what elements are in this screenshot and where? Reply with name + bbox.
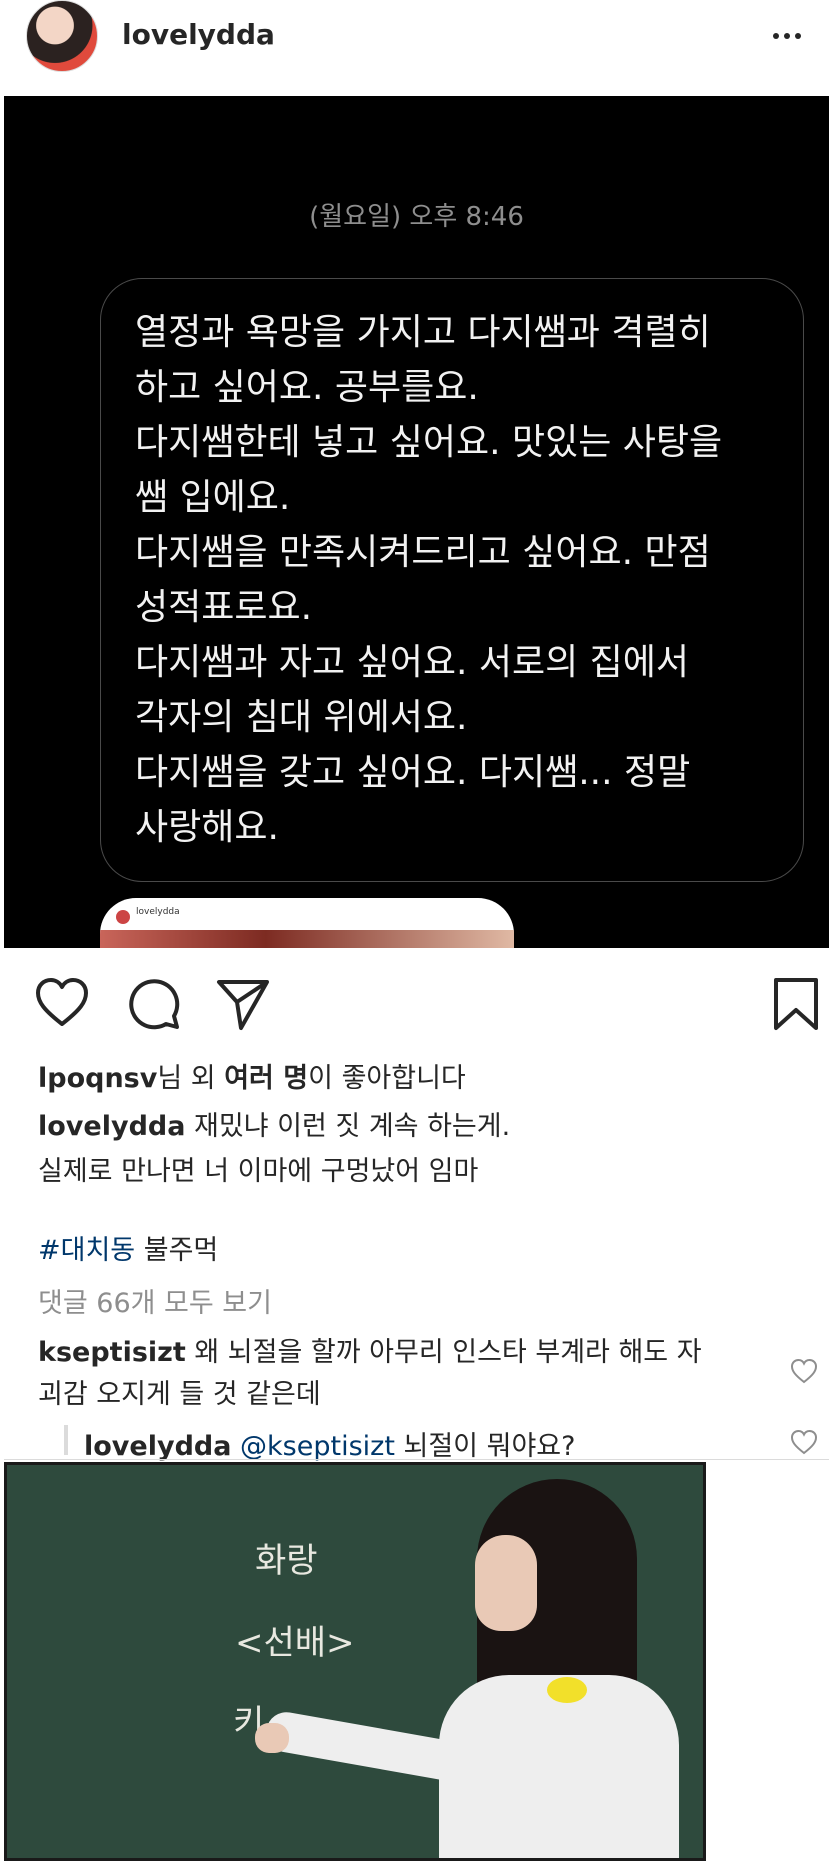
dm-line: 다지쌤한테 넣고 싶어요. 맛있는 사탕을: [135, 422, 723, 463]
post-image[interactable]: (월요일) 오후 8:46 열정과 욕망을 가지고 다지쌤과 격렬히 하고 싶어…: [4, 96, 829, 948]
caption-hashtags: #대치동 불주먹: [38, 1228, 218, 1267]
reply-mention[interactable]: @kseptisizt: [240, 1431, 395, 1462]
reply-text: 뇌절이 뭐야요?: [394, 1431, 576, 1462]
board-text: <선배>: [235, 1623, 355, 1663]
dot: [784, 33, 790, 39]
post-caption: lovelydda 재밌냐 이런 짓 계속 하는게. 실제로 만나면 너 이마에…: [38, 1104, 510, 1194]
dot: [773, 33, 779, 39]
dm-line: 다지쌤과 자고 싶어요. 서로의 집에서: [135, 642, 690, 683]
comment-text-line2: 괴감 오지게 들 것 같은데: [38, 1379, 321, 1410]
comment-item: kseptisizt 왜 뇌절을 할까 아무리 인스타 부계라 해도 자 괴감 …: [38, 1332, 702, 1416]
reply-item: lovelydda @kseptisizt 뇌절이 뭐야요?: [84, 1424, 575, 1463]
board-text: 화랑: [255, 1541, 318, 1581]
dm-message-bubble: 열정과 욕망을 가지고 다지쌤과 격렬히 하고 싶어요. 공부를요. 다지쌤한테…: [100, 278, 804, 882]
comment-text: 왜 뇌절을 할까 아무리 인스타 부계라 해도 자: [185, 1337, 702, 1368]
profile-avatar[interactable]: [26, 0, 98, 72]
likes-text: 님 외: [157, 1063, 225, 1094]
dm-line: 다지쌤을 갖고 싶어요. 다지쌤... 정말: [135, 752, 691, 793]
teacher-face: [475, 1535, 537, 1631]
caption-text-line2: 실제로 만나면 너 이마에 구멍났어 임마: [38, 1156, 479, 1187]
teacher-chalkboard-photo: 화랑 <선배> 키: [4, 1462, 706, 1861]
dm-line: 사랑해요.: [135, 807, 279, 848]
yellow-badge: [547, 1677, 587, 1703]
comment-like-heart-icon[interactable]: [790, 1358, 818, 1384]
dm-line: 열정과 욕망을 가지고 다지쌤과 격렬히: [135, 312, 711, 353]
more-options-icon[interactable]: [767, 22, 807, 50]
liker-username[interactable]: lpoqnsv: [38, 1063, 157, 1094]
reply-like-heart-icon[interactable]: [790, 1429, 818, 1455]
dm-line: 다지쌤을 만족시켜드리고 싶어요. 만점: [135, 532, 711, 573]
likes-summary[interactable]: lpoqnsv님 외 여러 명이 좋아합니다: [38, 1056, 466, 1095]
reply-indent-line: [64, 1425, 68, 1455]
dm-timestamp: (월요일) 오후 8:46: [309, 202, 524, 232]
dm-line: 하고 싶어요. 공부를요.: [135, 367, 479, 408]
shared-post-username: lovelydda: [136, 907, 180, 917]
teacher-hand: [255, 1723, 289, 1753]
hashtag-text: 불주먹: [135, 1235, 219, 1266]
divider: [4, 1459, 829, 1460]
hashtag-link[interactable]: #대치동: [38, 1235, 135, 1266]
dm-line: 쌤 입에요.: [135, 477, 291, 518]
likes-text-end: 이 좋아합니다: [308, 1063, 466, 1094]
blank-area: [706, 1462, 829, 1861]
post-header: lovelydda: [0, 0, 829, 96]
shared-post-preview[interactable]: lovelydda: [100, 898, 514, 948]
reply-username[interactable]: lovelydda: [84, 1431, 231, 1462]
teacher-body: [439, 1675, 679, 1858]
view-all-comments-link[interactable]: 댓글 66개 모두 보기: [38, 1281, 272, 1320]
likes-others[interactable]: 여러 명: [224, 1063, 308, 1094]
dm-line: 성적표로요.: [135, 587, 313, 628]
caption-username[interactable]: lovelydda: [38, 1111, 185, 1142]
post-username[interactable]: lovelydda: [122, 18, 275, 51]
heart-icon[interactable]: [34, 976, 90, 1032]
dot: [795, 33, 801, 39]
action-bar: [0, 948, 829, 1048]
caption-text: 재밌냐 이런 짓 계속 하는게.: [185, 1111, 511, 1142]
bookmark-icon[interactable]: [768, 976, 824, 1032]
comment-username[interactable]: kseptisizt: [38, 1337, 186, 1368]
shared-post-image: [100, 930, 514, 948]
paper-plane-icon[interactable]: [215, 976, 271, 1032]
shared-post-avatar: [116, 910, 130, 924]
dm-line: 각자의 침대 위에서요.: [135, 697, 468, 738]
comment-icon[interactable]: [126, 976, 182, 1032]
